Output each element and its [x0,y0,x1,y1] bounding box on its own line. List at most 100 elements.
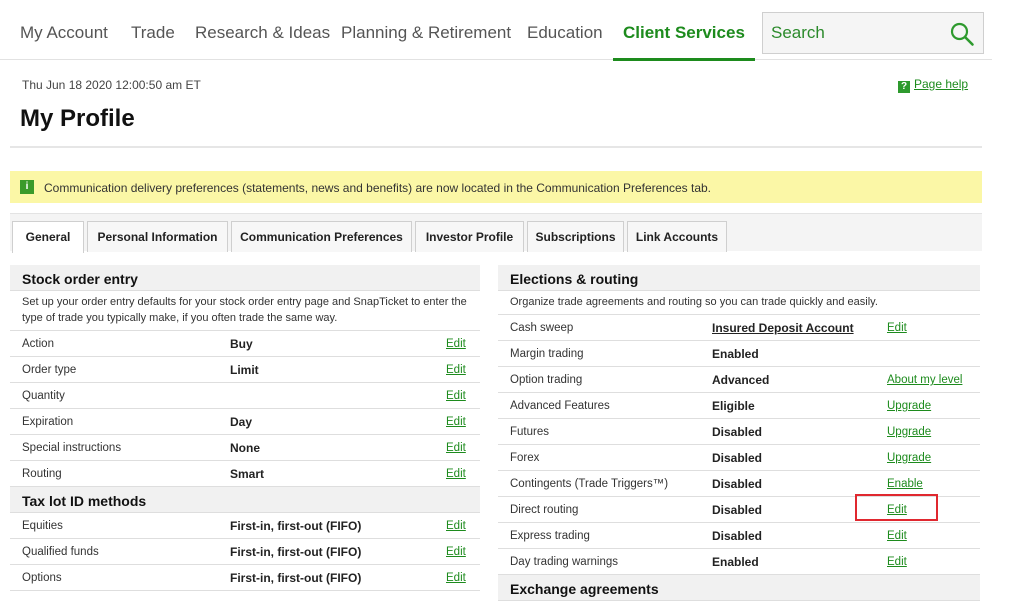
edit-link[interactable]: Edit [446,468,466,480]
about-my-level-link[interactable]: About my level [887,374,962,386]
row-value: First-in, first-out (FIFO) [230,545,362,559]
table-row: Forex Disabled Upgrade [498,445,980,471]
row-value: Disabled [712,451,763,465]
row-value: First-in, first-out (FIFO) [230,519,362,533]
tab-general[interactable]: General [12,221,84,253]
edit-link[interactable]: Edit [446,572,466,584]
nav-my-account[interactable]: My Account [20,0,108,60]
section-title-stock-order-entry: Stock order entry [10,265,480,291]
info-notice-banner: i Communication delivery preferences (st… [10,171,982,203]
section-title-elections-routing: Elections & routing [498,265,980,291]
table-row: Advanced Features Eligible Upgrade [498,393,980,419]
search-box [762,12,984,54]
section-description: Organize trade agreements and routing so… [498,291,980,315]
row-value: None [230,441,260,455]
row-value: Limit [230,363,259,377]
table-row: Order type Limit Edit [10,357,480,383]
direct-routing-edit-link[interactable]: Edit [887,504,907,516]
row-label: Order type [22,364,77,376]
row-label: Routing [22,468,62,480]
table-row: Futures Disabled Upgrade [498,419,980,445]
row-label: Cash sweep [510,322,574,334]
notice-text: Communication delivery preferences (stat… [44,181,712,195]
tab-investor-profile[interactable]: Investor Profile [415,221,524,252]
edit-link[interactable]: Edit [446,416,466,428]
row-value: First-in, first-out (FIFO) [230,571,362,585]
page-help: ? Page help [898,77,968,93]
row-label: Express trading [510,530,590,542]
row-value: Disabled [712,477,763,491]
right-panel: Elections & routing Organize trade agree… [498,265,980,601]
row-label: Forex [510,452,540,464]
search-icon[interactable] [949,21,975,47]
enable-link[interactable]: Enable [887,478,923,490]
edit-link[interactable]: Edit [446,442,466,454]
row-label: Special instructions [22,442,122,454]
nav-client-services[interactable]: Client Services [613,0,755,61]
table-row: Margin trading Enabled [498,341,980,367]
row-label: Option trading [510,374,583,386]
tab-subscriptions[interactable]: Subscriptions [527,221,624,252]
table-row: Express trading Disabled Edit [498,523,980,549]
edit-link[interactable]: Edit [887,530,907,542]
section-description: Set up your order entry defaults for you… [10,291,480,331]
table-row: Routing Smart Edit [10,461,480,487]
profile-tabs: General Personal Information Communicati… [10,213,982,253]
top-navigation: My Account Trade Research & Ideas Planni… [0,0,992,61]
row-value: Disabled [712,529,763,543]
row-value: Enabled [712,555,759,569]
tab-personal-information[interactable]: Personal Information [87,221,228,252]
section-title-exchange-agreements: Exchange agreements [498,575,980,601]
row-value: Eligible [712,399,755,413]
table-row: Option trading Advanced About my level [498,367,980,393]
row-label: Direct routing [510,504,579,516]
row-label: Day trading warnings [510,556,619,568]
row-label: Equities [22,520,63,532]
nav-planning-retirement[interactable]: Planning & Retirement [341,0,511,60]
row-value: Buy [230,337,253,351]
row-label: Advanced Features [510,400,610,412]
row-label: Expiration [22,416,74,428]
nav-education[interactable]: Education [527,0,603,60]
row-label: Action [22,338,54,350]
row-label: Quantity [22,390,65,402]
edit-link[interactable]: Edit [446,546,466,558]
timestamp: Thu Jun 18 2020 12:00:50 am ET [22,78,201,92]
cash-sweep-value-link[interactable]: Insured Deposit Account [712,321,854,335]
page-help-link[interactable]: Page help [914,77,968,91]
edit-link[interactable]: Edit [446,364,466,376]
page-title: My Profile [20,105,135,132]
table-row: Day trading warnings Enabled Edit [498,549,980,575]
table-row: Direct routing Disabled Edit [498,494,980,523]
nav-research-ideas[interactable]: Research & Ideas [195,0,330,60]
upgrade-link[interactable]: Upgrade [887,452,931,464]
help-icon: ? [898,81,910,93]
edit-link[interactable]: Edit [887,322,907,334]
info-icon: i [20,180,34,194]
edit-link[interactable]: Edit [887,556,907,568]
row-label: Futures [510,426,549,438]
search-input[interactable] [763,13,943,53]
row-label: Margin trading [510,348,584,360]
row-value: Advanced [712,373,770,387]
edit-link[interactable]: Edit [446,390,466,402]
table-row: Special instructions None Edit [10,435,480,461]
tab-link-accounts[interactable]: Link Accounts [627,221,727,252]
nav-trade[interactable]: Trade [131,0,175,60]
table-row: Quantity Edit [10,383,480,409]
tab-communication-preferences[interactable]: Communication Preferences [231,221,412,252]
row-value: Disabled [712,425,763,439]
row-value: Disabled [712,503,763,517]
edit-link[interactable]: Edit [446,520,466,532]
edit-link[interactable]: Edit [446,338,466,350]
table-row: Qualified funds First-in, first-out (FIF… [10,539,480,565]
upgrade-link[interactable]: Upgrade [887,400,931,412]
row-value: Smart [230,467,265,481]
section-title-tax-lot-id-methods: Tax lot ID methods [10,487,480,513]
table-row: Equities First-in, first-out (FIFO) Edit [10,513,480,539]
table-row: Action Buy Edit [10,331,480,357]
table-row: Options First-in, first-out (FIFO) Edit [10,565,480,591]
row-label: Contingents (Trade Triggers™) [510,478,669,490]
upgrade-link[interactable]: Upgrade [887,426,931,438]
table-row: Cash sweep Insured Deposit Account Edit [498,315,980,341]
